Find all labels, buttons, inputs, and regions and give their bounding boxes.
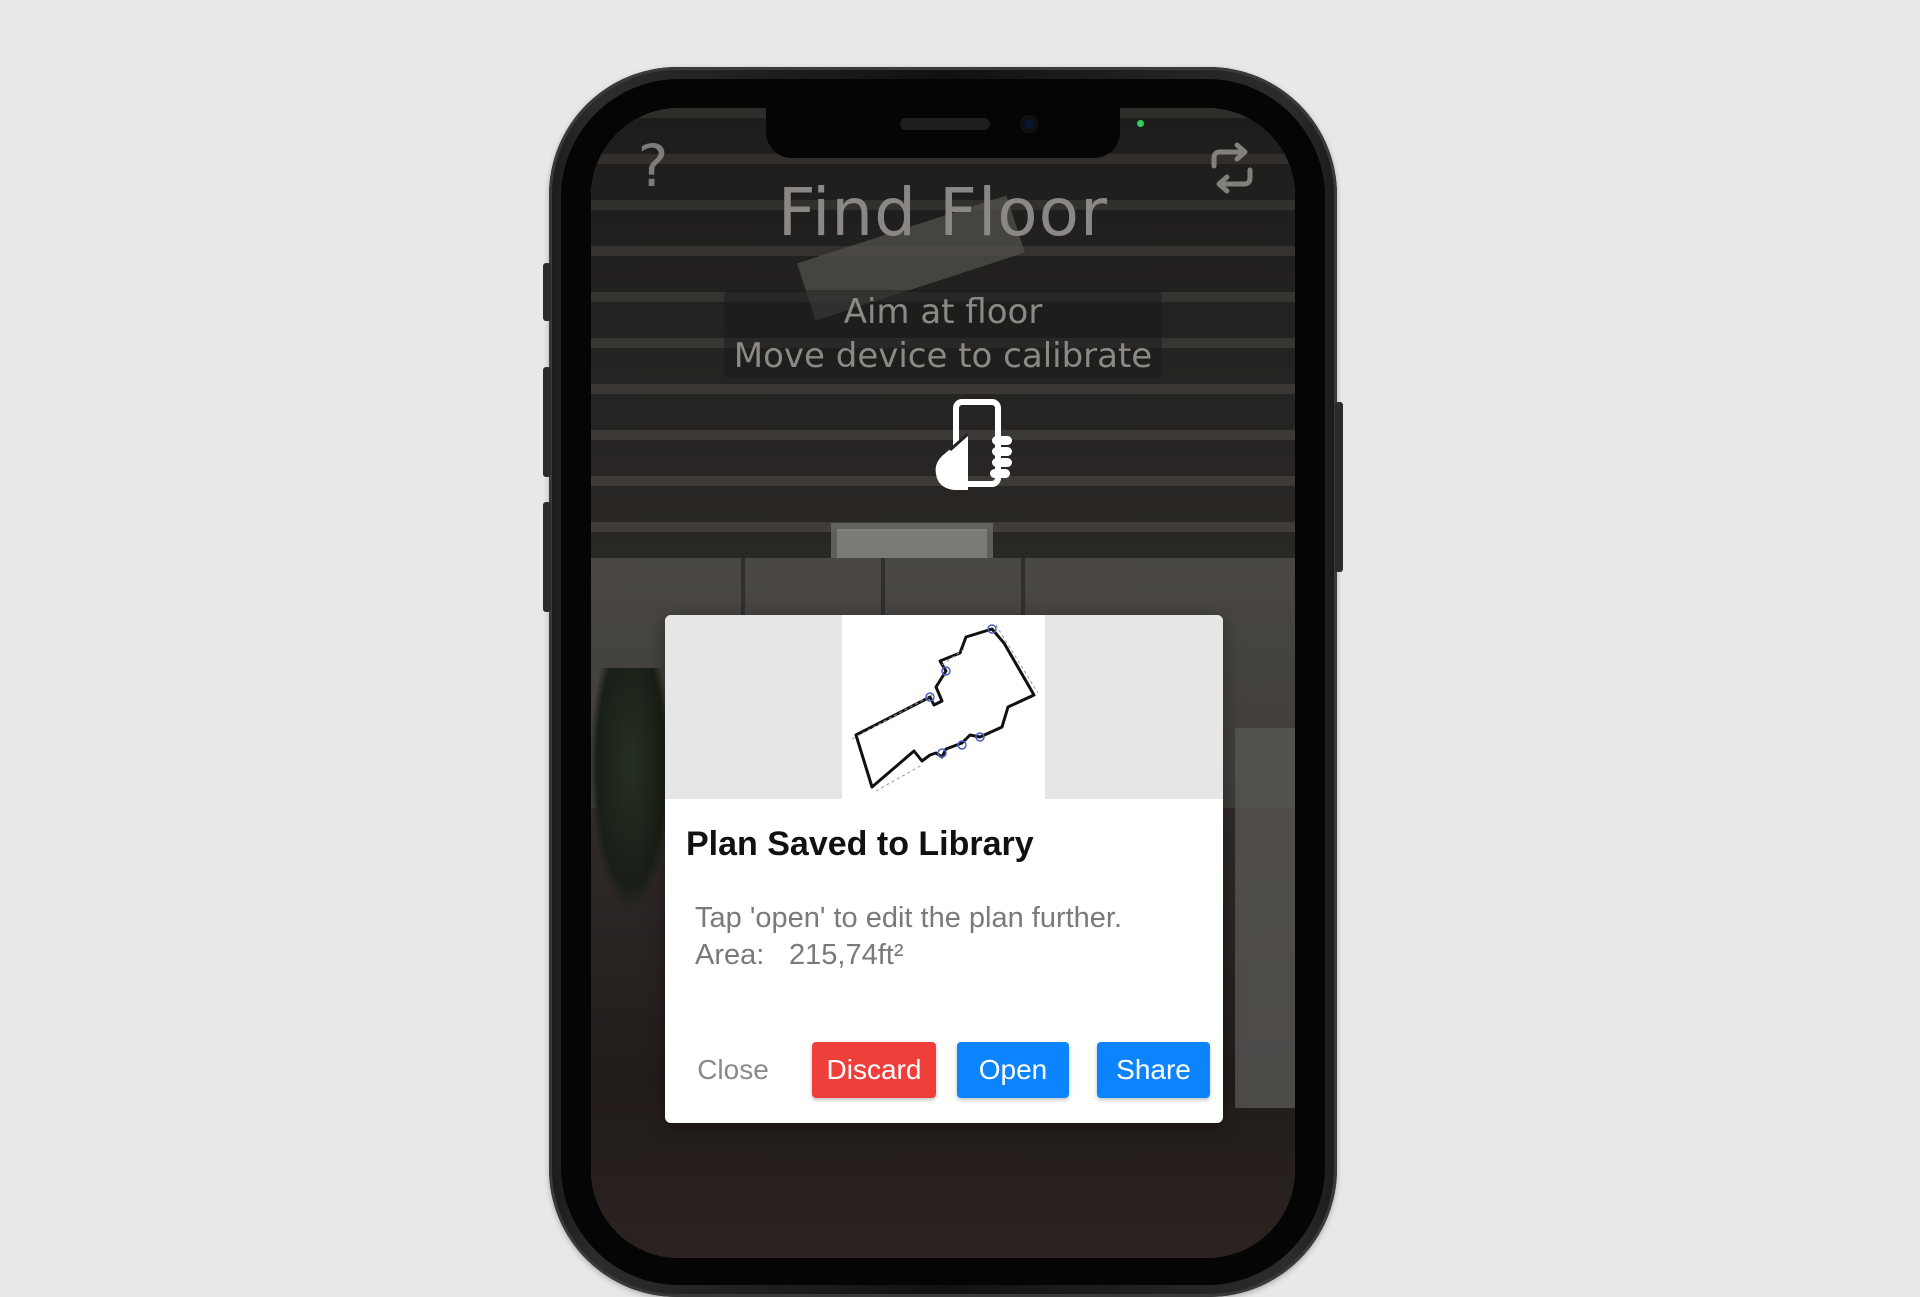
volume-down-button — [543, 502, 551, 612]
share-button[interactable]: Share — [1097, 1042, 1210, 1098]
plan-saved-dialog: Plan Saved to Library Tap 'open' to edit… — [665, 615, 1223, 1123]
earpiece-speaker — [900, 118, 990, 130]
plan-preview-strip — [665, 615, 1223, 799]
hand-holding-phone-icon — [935, 399, 1012, 490]
dialog-instruction-text: Tap 'open' to edit the plan further. — [695, 902, 1123, 934]
volume-up-button — [543, 367, 551, 477]
area-value: 215,74ft² — [789, 939, 904, 971]
plan-thumbnail[interactable] — [842, 615, 1045, 799]
camera-active-indicator — [1137, 120, 1144, 127]
close-button[interactable]: Close — [695, 1042, 771, 1098]
silent-switch — [543, 263, 551, 321]
instruction-panel: Aim at floor Move device to calibrate — [724, 290, 1162, 378]
phone-screen: ? Find Floor Aim at floor Move device to… — [591, 108, 1295, 1258]
instruction-line-1: Aim at floor — [843, 292, 1043, 332]
dialog-actions: Close Discard Open Share — [665, 1042, 1223, 1098]
floor-plan-drawing — [851, 624, 1039, 792]
open-button[interactable]: Open — [957, 1042, 1069, 1098]
area-row: Area: 215,74ft² — [695, 937, 1205, 974]
area-label: Area: — [695, 939, 765, 971]
screen-title: Find Floor — [777, 174, 1109, 251]
front-camera — [1020, 115, 1038, 133]
power-button — [1335, 402, 1343, 572]
dialog-message: Tap 'open' to edit the plan further. Are… — [695, 900, 1205, 974]
notch — [766, 108, 1120, 158]
discard-button[interactable]: Discard — [812, 1042, 936, 1098]
dialog-title: Plan Saved to Library — [686, 825, 1034, 863]
instruction-line-2: Move device to calibrate — [733, 336, 1153, 376]
